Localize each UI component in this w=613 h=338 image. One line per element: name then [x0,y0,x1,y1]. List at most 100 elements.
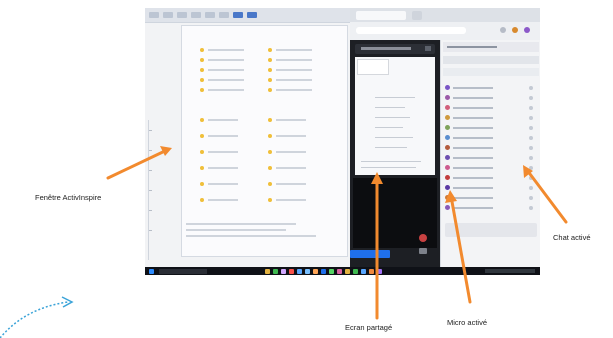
participant-name [453,207,493,209]
app-icon[interactable] [353,268,358,274]
app-icon[interactable] [273,268,278,274]
doc-line [375,97,415,98]
search-box[interactable] [443,56,539,64]
ruler-tick [149,190,152,191]
chat-input[interactable] [445,223,537,237]
participant-row[interactable] [443,94,539,102]
ruler-tick [149,150,152,151]
mic-icon[interactable] [529,186,533,190]
text-line [208,183,238,185]
app-icon[interactable] [313,268,318,274]
doc-line [375,137,413,138]
toolbar-button[interactable] [177,12,187,18]
participant-row[interactable] [443,154,539,162]
text-line [276,199,306,201]
mic-icon[interactable] [529,126,533,130]
toolbar-button[interactable] [247,12,257,18]
mic-icon[interactable] [529,106,533,110]
avatar [445,185,450,190]
app-icon[interactable] [321,268,326,274]
hangup-icon[interactable] [419,248,427,254]
app-icon[interactable] [377,268,382,274]
participant-row[interactable] [443,104,539,112]
app-icon[interactable] [281,268,286,274]
participant-name [453,157,493,159]
bullet-icon [200,118,204,122]
share-screen-button[interactable] [350,250,390,258]
app-icon[interactable] [329,268,334,274]
avatar [445,155,450,160]
toolbar-button[interactable] [191,12,201,18]
text-line [276,89,312,91]
mic-icon[interactable] [529,86,533,90]
extension-icon[interactable] [500,27,506,33]
meeting-screenshot [145,8,540,275]
app-icon[interactable] [345,268,350,274]
text-line [276,119,306,121]
toolbar-button[interactable] [233,12,243,18]
participant-row[interactable] [443,114,539,122]
participant-row[interactable] [443,204,539,212]
app-icon[interactable] [361,268,366,274]
toolbar-button[interactable] [149,12,159,18]
participant-row[interactable] [443,134,539,142]
menu-icon[interactable] [524,27,530,33]
mic-icon[interactable] [529,96,533,100]
app-icon[interactable] [337,268,342,274]
app-icon[interactable] [265,268,270,274]
start-icon[interactable] [149,268,154,274]
participant-row[interactable] [443,164,539,172]
toolbar-button[interactable] [163,12,173,18]
bullet-icon [268,182,272,186]
avatar [445,165,450,170]
app-icon[interactable] [369,268,374,274]
mic-icon[interactable] [529,146,533,150]
mic-icon[interactable] [529,156,533,160]
label-shared-screen: Ecran partagé [345,323,393,332]
bullet-icon [268,134,272,138]
avatar [445,175,450,180]
participant-name [453,177,493,179]
participant-row[interactable] [443,194,539,202]
text-line [276,151,306,153]
label-activinspire: Fenêtre ActivInspire [35,193,102,202]
toolbar-button[interactable] [219,12,229,18]
search-input[interactable] [159,268,207,274]
bullet-icon [268,68,272,72]
panel-header [443,42,539,52]
new-tab-button[interactable] [412,11,422,20]
participant-name [453,87,493,89]
mic-icon[interactable] [529,136,533,140]
doc-line [375,117,410,118]
profile-icon[interactable] [512,27,518,33]
mic-icon[interactable] [529,176,533,180]
toolbar-button[interactable] [205,12,215,18]
expand-icon[interactable] [425,46,431,51]
app-icon[interactable] [305,268,310,274]
mic-icon[interactable] [529,116,533,120]
bullet-icon [200,166,204,170]
text-line [208,119,238,121]
bullet-icon [268,48,272,52]
participant-name [453,117,493,119]
app-icon[interactable] [297,268,302,274]
participant-row[interactable] [443,144,539,152]
participant-section[interactable] [443,68,539,76]
url-field[interactable] [356,27,466,34]
mic-icon[interactable] [529,196,533,200]
address-bar[interactable] [350,22,540,41]
browser-tab[interactable] [356,11,406,20]
bullet-icon [200,68,204,72]
bullet-icon [268,78,272,82]
participant-row[interactable] [443,84,539,92]
app-icon[interactable] [289,268,294,274]
avatar [445,105,450,110]
mic-icon[interactable] [529,166,533,170]
mic-icon[interactable] [419,234,427,242]
participant-row[interactable] [443,184,539,192]
mic-icon[interactable] [529,206,533,210]
system-tray[interactable] [485,269,535,273]
bullet-icon [200,48,204,52]
participant-row[interactable] [443,124,539,132]
participant-row[interactable] [443,174,539,182]
